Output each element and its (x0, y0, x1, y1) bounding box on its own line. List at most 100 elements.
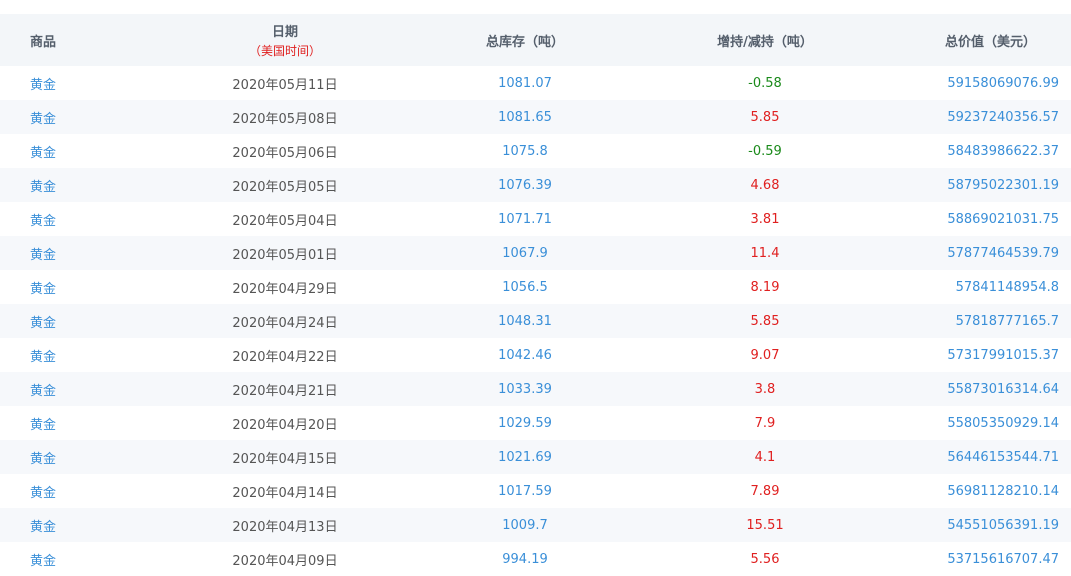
date-cell: 2020年04月13日 (232, 519, 338, 535)
table-row: 黄金 2020年04月09日 994.19 5.56 53715616707.47 (0, 542, 1071, 576)
date-cell: 2020年05月06日 (232, 145, 338, 161)
table-row: 黄金 2020年04月21日 1033.39 3.8 55873016314.64 (0, 372, 1071, 406)
total-value-cell[interactable]: 58795022301.19 (910, 168, 1071, 202)
commodity-cell[interactable]: 黄金 (0, 100, 140, 134)
change-cell: 8.19 (750, 279, 780, 295)
table-row: 黄金 2020年04月14日 1017.59 7.89 56981128210.14 (0, 474, 1071, 508)
change-cell: -0.59 (748, 143, 782, 159)
change-cell: -0.58 (748, 75, 782, 91)
change-cell: 5.85 (750, 313, 780, 329)
total-holdings-cell[interactable]: 1081.65 (430, 100, 620, 134)
table-row: 黄金 2020年04月20日 1029.59 7.9 55805350929.14 (0, 406, 1071, 440)
total-value-cell[interactable]: 57818777165.7 (910, 304, 1071, 338)
table-row: 黄金 2020年05月01日 1067.9 11.4 57877464539.79 (0, 236, 1071, 270)
date-cell: 2020年04月20日 (232, 417, 338, 433)
date-cell: 2020年04月29日 (232, 281, 338, 297)
date-cell: 2020年04月15日 (232, 451, 338, 467)
commodity-cell[interactable]: 黄金 (0, 304, 140, 338)
table-body: 黄金 2020年05月11日 1081.07 -0.58 59158069076.99 黄… (0, 66, 1071, 576)
table-row: 黄金 2020年04月13日 1009.7 15.51 54551056391.19 (0, 508, 1071, 542)
total-holdings-cell[interactable]: 1033.39 (430, 372, 620, 406)
date-cell: 2020年05月11日 (232, 77, 338, 93)
table-row: 黄金 2020年04月15日 1021.69 4.1 56446153544.71 (0, 440, 1071, 474)
total-holdings-cell[interactable]: 1009.7 (430, 508, 620, 542)
commodity-cell[interactable]: 黄金 (0, 542, 140, 576)
table-row: 黄金 2020年04月24日 1048.31 5.85 57818777165.7 (0, 304, 1071, 338)
commodity-cell[interactable]: 黄金 (0, 372, 140, 406)
table-row: 黄金 2020年04月29日 1056.5 8.19 57841148954.8 (0, 270, 1071, 304)
total-holdings-cell[interactable]: 1076.39 (430, 168, 620, 202)
total-value-cell[interactable]: 57317991015.37 (910, 338, 1071, 372)
header-total-value: 总价值（美元） (944, 34, 1036, 50)
change-cell: 3.81 (750, 211, 780, 227)
change-cell: 7.89 (750, 483, 780, 499)
change-cell: 3.8 (754, 381, 776, 397)
holdings-table: 商品 日期 （美国时间） 总库存（吨） 增持/减持（吨） 总价值（美元） 黄金 2… (0, 14, 1071, 576)
total-value-cell[interactable]: 56446153544.71 (910, 440, 1071, 474)
total-holdings-cell[interactable]: 1075.8 (430, 134, 620, 168)
date-cell: 2020年04月21日 (232, 383, 338, 399)
header-row: 商品 日期 （美国时间） 总库存（吨） 增持/减持（吨） 总价值（美元） (0, 14, 1071, 66)
total-holdings-cell[interactable]: 994.19 (430, 542, 620, 576)
total-value-cell[interactable]: 59158069076.99 (910, 66, 1071, 100)
total-value-cell[interactable]: 57877464539.79 (910, 236, 1071, 270)
date-cell: 2020年05月04日 (232, 213, 338, 229)
change-cell: 4.68 (750, 177, 780, 193)
total-holdings-cell[interactable]: 1067.9 (430, 236, 620, 270)
commodity-cell[interactable]: 黄金 (0, 66, 140, 100)
total-holdings-cell[interactable]: 1042.46 (430, 338, 620, 372)
date-cell: 2020年04月09日 (232, 553, 338, 569)
commodity-cell[interactable]: 黄金 (0, 270, 140, 304)
total-holdings-cell[interactable]: 1081.07 (430, 66, 620, 100)
total-value-cell[interactable]: 53715616707.47 (910, 542, 1071, 576)
total-value-cell[interactable]: 57841148954.8 (910, 270, 1071, 304)
total-value-cell[interactable]: 54551056391.19 (910, 508, 1071, 542)
commodity-cell[interactable]: 黄金 (0, 236, 140, 270)
total-value-cell[interactable]: 55805350929.14 (910, 406, 1071, 440)
total-value-cell[interactable]: 56981128210.14 (910, 474, 1071, 508)
table-row: 黄金 2020年05月06日 1075.8 -0.59 58483986622.37 (0, 134, 1071, 168)
commodity-cell[interactable]: 黄金 (0, 440, 140, 474)
total-holdings-cell[interactable]: 1021.69 (430, 440, 620, 474)
header-date-label: 日期 (271, 25, 298, 40)
table-row: 黄金 2020年05月05日 1076.39 4.68 58795022301.19 (0, 168, 1071, 202)
commodity-cell[interactable]: 黄金 (0, 168, 140, 202)
change-cell: 15.51 (746, 517, 784, 533)
change-cell: 7.9 (754, 415, 776, 431)
total-holdings-cell[interactable]: 1029.59 (430, 406, 620, 440)
commodity-cell[interactable]: 黄金 (0, 474, 140, 508)
commodity-cell[interactable]: 黄金 (0, 508, 140, 542)
commodity-cell[interactable]: 黄金 (0, 202, 140, 236)
total-value-cell[interactable]: 58483986622.37 (910, 134, 1071, 168)
header-total-holdings: 总库存（吨） (485, 34, 564, 50)
total-holdings-cell[interactable]: 1056.5 (430, 270, 620, 304)
date-cell: 2020年04月14日 (232, 485, 338, 501)
commodity-cell[interactable]: 黄金 (0, 338, 140, 372)
change-cell: 5.56 (750, 551, 780, 567)
total-holdings-cell[interactable]: 1048.31 (430, 304, 620, 338)
gold-holdings-panel: 商品 日期 （美国时间） 总库存（吨） 增持/减持（吨） 总价值（美元） 黄金 2… (0, 0, 1071, 572)
table-row: 黄金 2020年05月11日 1081.07 -0.58 59158069076.99 (0, 66, 1071, 100)
change-cell: 11.4 (750, 245, 780, 261)
total-value-cell[interactable]: 59237240356.57 (910, 100, 1071, 134)
total-value-cell[interactable]: 58869021031.75 (910, 202, 1071, 236)
change-cell: 5.85 (750, 109, 780, 125)
table-header: 商品 日期 （美国时间） 总库存（吨） 增持/减持（吨） 总价值（美元） (0, 14, 1071, 66)
date-cell: 2020年05月01日 (232, 247, 338, 263)
change-cell: 4.1 (754, 449, 776, 465)
change-cell: 9.07 (750, 347, 780, 363)
header-commodity: 商品 (30, 34, 57, 50)
total-value-cell[interactable]: 55873016314.64 (910, 372, 1071, 406)
date-cell: 2020年04月22日 (232, 349, 338, 365)
table-row: 黄金 2020年04月22日 1042.46 9.07 57317991015.37 (0, 338, 1071, 372)
total-holdings-cell[interactable]: 1017.59 (430, 474, 620, 508)
date-cell: 2020年05月05日 (232, 179, 338, 195)
total-holdings-cell[interactable]: 1071.71 (430, 202, 620, 236)
header-change: 增持/减持（吨） (717, 34, 813, 50)
table-row: 黄金 2020年05月08日 1081.65 5.85 59237240356.57 (0, 100, 1071, 134)
table-row: 黄金 2020年05月04日 1071.71 3.81 58869021031.75 (0, 202, 1071, 236)
commodity-cell[interactable]: 黄金 (0, 134, 140, 168)
header-date-note: （美国时间） (248, 44, 321, 58)
date-cell: 2020年05月08日 (232, 111, 338, 127)
commodity-cell[interactable]: 黄金 (0, 406, 140, 440)
